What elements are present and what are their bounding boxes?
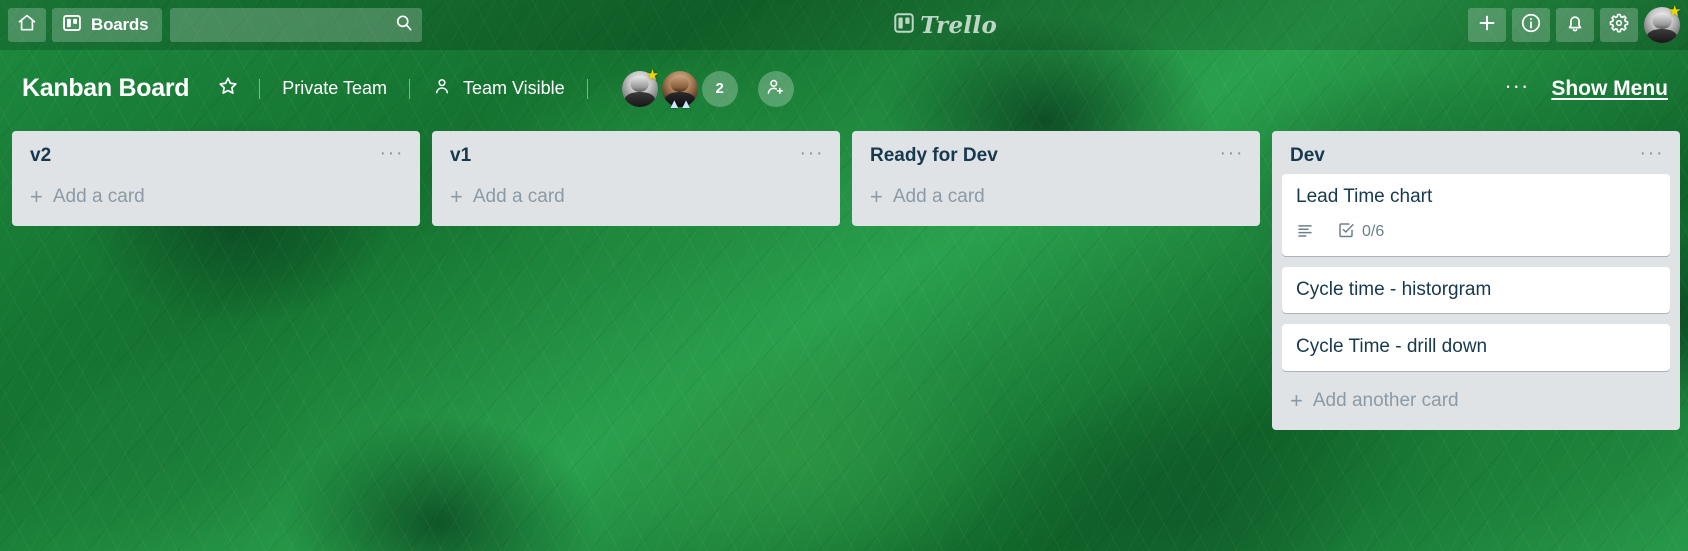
list-menu-button[interactable]: ··· — [372, 143, 406, 167]
add-card-button[interactable]: + Add a card — [12, 174, 420, 218]
add-card-label: Add a card — [892, 185, 985, 207]
list-header: Ready for Dev ··· — [852, 131, 1260, 174]
add-member-icon — [765, 76, 786, 102]
gold-star-icon: ★ — [645, 66, 660, 84]
header-divider-1 — [259, 78, 261, 99]
add-card-label: Add another card — [1312, 390, 1459, 412]
list-title[interactable]: Ready for Dev — [870, 145, 1212, 168]
plus-icon — [1476, 12, 1498, 39]
chevrons-badge-icon: ▲▲ — [667, 95, 693, 111]
list-menu-button[interactable]: ··· — [792, 143, 826, 167]
board-header: Kanban Board Private Team Team Visible ★… — [0, 50, 1688, 127]
trello-wordmark: Trello — [920, 11, 998, 39]
header-divider-2 — [408, 78, 410, 99]
star-board-button[interactable] — [211, 72, 245, 106]
gold-star-icon: ★ — [1668, 3, 1682, 20]
visibility-button[interactable]: Team Visible — [424, 70, 573, 107]
add-button[interactable] — [1468, 8, 1506, 42]
add-another-card-button[interactable]: + Add another card — [1272, 382, 1680, 422]
list-header: Dev ··· — [1272, 131, 1680, 174]
list-header: v2 ··· — [12, 131, 420, 174]
trello-logo[interactable]: Trello — [893, 12, 997, 39]
card-badges: 0/6 — [1296, 221, 1658, 244]
checklist-icon — [1337, 221, 1355, 244]
description-badge — [1296, 221, 1321, 244]
add-member-button[interactable] — [757, 70, 794, 107]
card-cycle-time-drill-down[interactable]: Cycle Time - drill down — [1282, 324, 1670, 372]
card-title: Cycle time - historgram — [1296, 278, 1492, 300]
settings-button[interactable] — [1600, 8, 1638, 42]
boards-button[interactable]: Boards — [52, 8, 163, 42]
card-cycle-time-histogram[interactable]: Cycle time - historgram — [1282, 266, 1670, 314]
list-title[interactable]: v2 — [30, 145, 372, 168]
card-title: Cycle Time - drill down — [1296, 336, 1488, 358]
board-title[interactable]: Kanban Board — [22, 70, 197, 107]
list-menu-button[interactable]: ··· — [1632, 143, 1666, 167]
gear-icon — [1608, 12, 1630, 39]
show-menu-button[interactable]: Show Menu — [1549, 73, 1670, 105]
notifications-button[interactable] — [1556, 8, 1594, 42]
visibility-label: Team Visible — [462, 78, 565, 98]
header-divider-3 — [586, 78, 588, 99]
list-v1: v1 ··· + Add a card — [432, 131, 840, 226]
board-menu-dots-button[interactable]: ··· — [1496, 74, 1537, 104]
plus-icon: + — [1290, 388, 1303, 414]
card-lead-time-chart[interactable]: Lead Time chart 0/6 — [1282, 173, 1670, 256]
trello-board-icon — [893, 12, 915, 39]
add-card-label: Add a card — [52, 185, 145, 207]
info-circle-icon — [1520, 12, 1542, 39]
team-name-button[interactable]: Private Team — [274, 72, 395, 105]
plus-icon: + — [30, 183, 43, 209]
list-ready-for-dev: Ready for Dev ··· + Add a card — [852, 131, 1260, 226]
home-button[interactable] — [8, 8, 46, 42]
search-input[interactable] — [170, 8, 423, 42]
search-icon — [394, 13, 414, 38]
member-avatar-2[interactable]: ▲▲ — [661, 70, 698, 111]
add-card-button[interactable]: + Add a card — [432, 174, 840, 218]
person-visibility-icon — [432, 76, 452, 101]
add-card-button[interactable]: + Add a card — [852, 174, 1260, 218]
home-icon — [17, 13, 37, 38]
member-count-badge[interactable]: 2 — [701, 70, 738, 107]
top-bar-actions: ★ — [1468, 3, 1682, 43]
list-title[interactable]: Dev — [1290, 145, 1632, 168]
bell-icon — [1564, 12, 1586, 39]
checklist-badge-text: 0/6 — [1362, 223, 1385, 241]
checklist-badge: 0/6 — [1337, 221, 1384, 244]
board-members: ★ ▲▲ 2 — [621, 66, 794, 111]
boards-label: Boards — [91, 15, 149, 34]
top-navigation-bar: Boards Trello ★ — [0, 0, 1688, 50]
add-card-label: Add a card — [472, 185, 565, 207]
list-header: v1 ··· — [432, 131, 840, 174]
description-icon — [1296, 221, 1314, 244]
list-dev: Dev ··· Lead Time chart 0/6 Cycle time -… — [1272, 131, 1680, 431]
board-grid-icon — [62, 13, 82, 38]
member-avatar-1[interactable]: ★ — [621, 66, 660, 107]
user-avatar[interactable]: ★ — [1644, 3, 1682, 43]
info-button[interactable] — [1512, 8, 1550, 42]
list-title[interactable]: v1 — [450, 145, 792, 168]
list-menu-button[interactable]: ··· — [1212, 143, 1246, 167]
cards-container: Lead Time chart 0/6 Cycle time - historg… — [1272, 173, 1680, 382]
star-outline-icon — [217, 75, 239, 102]
list-v2: v2 ··· + Add a card — [12, 131, 420, 226]
board-lists: v2 ··· + Add a card v1 ··· + Add a card … — [0, 131, 1688, 551]
plus-icon: + — [870, 183, 883, 209]
plus-icon: + — [450, 183, 463, 209]
card-title: Lead Time chart — [1296, 185, 1433, 207]
